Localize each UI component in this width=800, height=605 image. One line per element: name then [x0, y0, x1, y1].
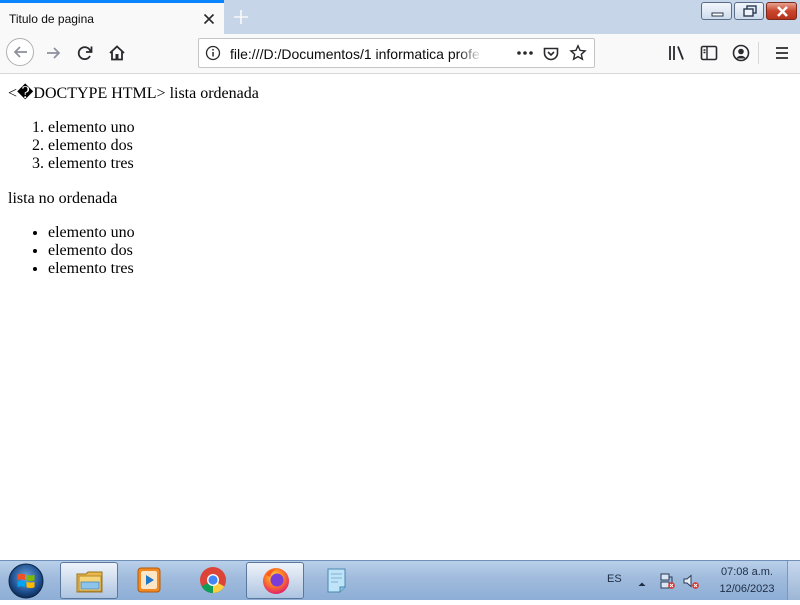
file-explorer-icon[interactable]	[60, 562, 118, 599]
window-controls	[701, 2, 797, 21]
show-desktop-button[interactable]	[787, 561, 800, 600]
forward-arrow-icon	[47, 47, 61, 59]
star-icon[interactable]	[569, 44, 587, 62]
plus-icon[interactable]	[230, 6, 252, 28]
chrome-icon[interactable]	[184, 562, 242, 599]
firefox-icon[interactable]	[246, 562, 304, 599]
sidebar-icon[interactable]	[699, 43, 719, 63]
volume-muted-icon[interactable]	[682, 572, 700, 590]
ordered-list: elemento uno elemento dos elemento tres	[0, 119, 135, 173]
close-icon[interactable]	[766, 2, 797, 20]
forward-button[interactable]	[38, 38, 68, 68]
home-icon	[109, 45, 125, 61]
reload-button[interactable]	[70, 38, 100, 68]
tray-expand-icon[interactable]	[637, 576, 647, 586]
windows-start-icon[interactable]	[6, 562, 46, 600]
title-bar: Titulo de pagina	[0, 0, 800, 34]
unordered-list-heading: lista no ordenada	[8, 190, 118, 207]
clock-date[interactable]: 12/06/2023	[712, 583, 782, 595]
maximize-icon[interactable]	[734, 2, 764, 20]
home-button[interactable]	[102, 38, 132, 68]
library-icon[interactable]	[667, 43, 687, 63]
url-bar[interactable]: file:///D:/Documentos/1 informatica prof…	[198, 38, 595, 68]
network-icon[interactable]	[658, 572, 676, 590]
doctype-heading-text: <�DOCTYPE HTML> lista ordenada	[8, 85, 259, 102]
hamburger-menu-icon[interactable]	[772, 43, 792, 63]
sticky-notes-icon[interactable]	[308, 562, 366, 599]
back-button[interactable]	[4, 38, 34, 68]
tab-active[interactable]: Titulo de pagina	[0, 0, 224, 34]
toolbar-separator	[758, 42, 759, 64]
unordered-list: elemento uno elemento dos elemento tres	[0, 224, 135, 278]
media-player-icon[interactable]	[120, 562, 178, 599]
list-item: elemento dos	[48, 137, 135, 155]
language-indicator[interactable]: ES	[607, 573, 622, 585]
account-icon[interactable]	[731, 43, 751, 63]
clock-time[interactable]: 07:08 a.m.	[712, 566, 782, 578]
info-icon[interactable]	[205, 45, 221, 61]
pocket-icon[interactable]	[542, 45, 560, 63]
taskbar: ES 07:08 a.m. 12/06/2023	[0, 560, 800, 600]
url-text[interactable]: file:///D:/Documentos/1 informatica prof…	[230, 46, 482, 62]
back-arrow-icon	[13, 46, 27, 58]
list-item: elemento dos	[48, 242, 135, 260]
list-item: elemento uno	[48, 224, 135, 242]
page-content: <�DOCTYPE HTML> lista ordenada elemento …	[0, 74, 800, 560]
reload-icon	[77, 46, 93, 61]
minimize-icon[interactable]	[701, 2, 732, 20]
tab-title: Titulo de pagina	[9, 12, 94, 26]
more-dots-icon[interactable]	[515, 45, 535, 61]
list-item: elemento uno	[48, 119, 135, 137]
navigation-toolbar: file:///D:/Documentos/1 informatica prof…	[0, 34, 800, 74]
list-item: elemento tres	[48, 155, 135, 173]
tab-close-icon[interactable]	[200, 10, 218, 28]
list-item: elemento tres	[48, 260, 135, 278]
